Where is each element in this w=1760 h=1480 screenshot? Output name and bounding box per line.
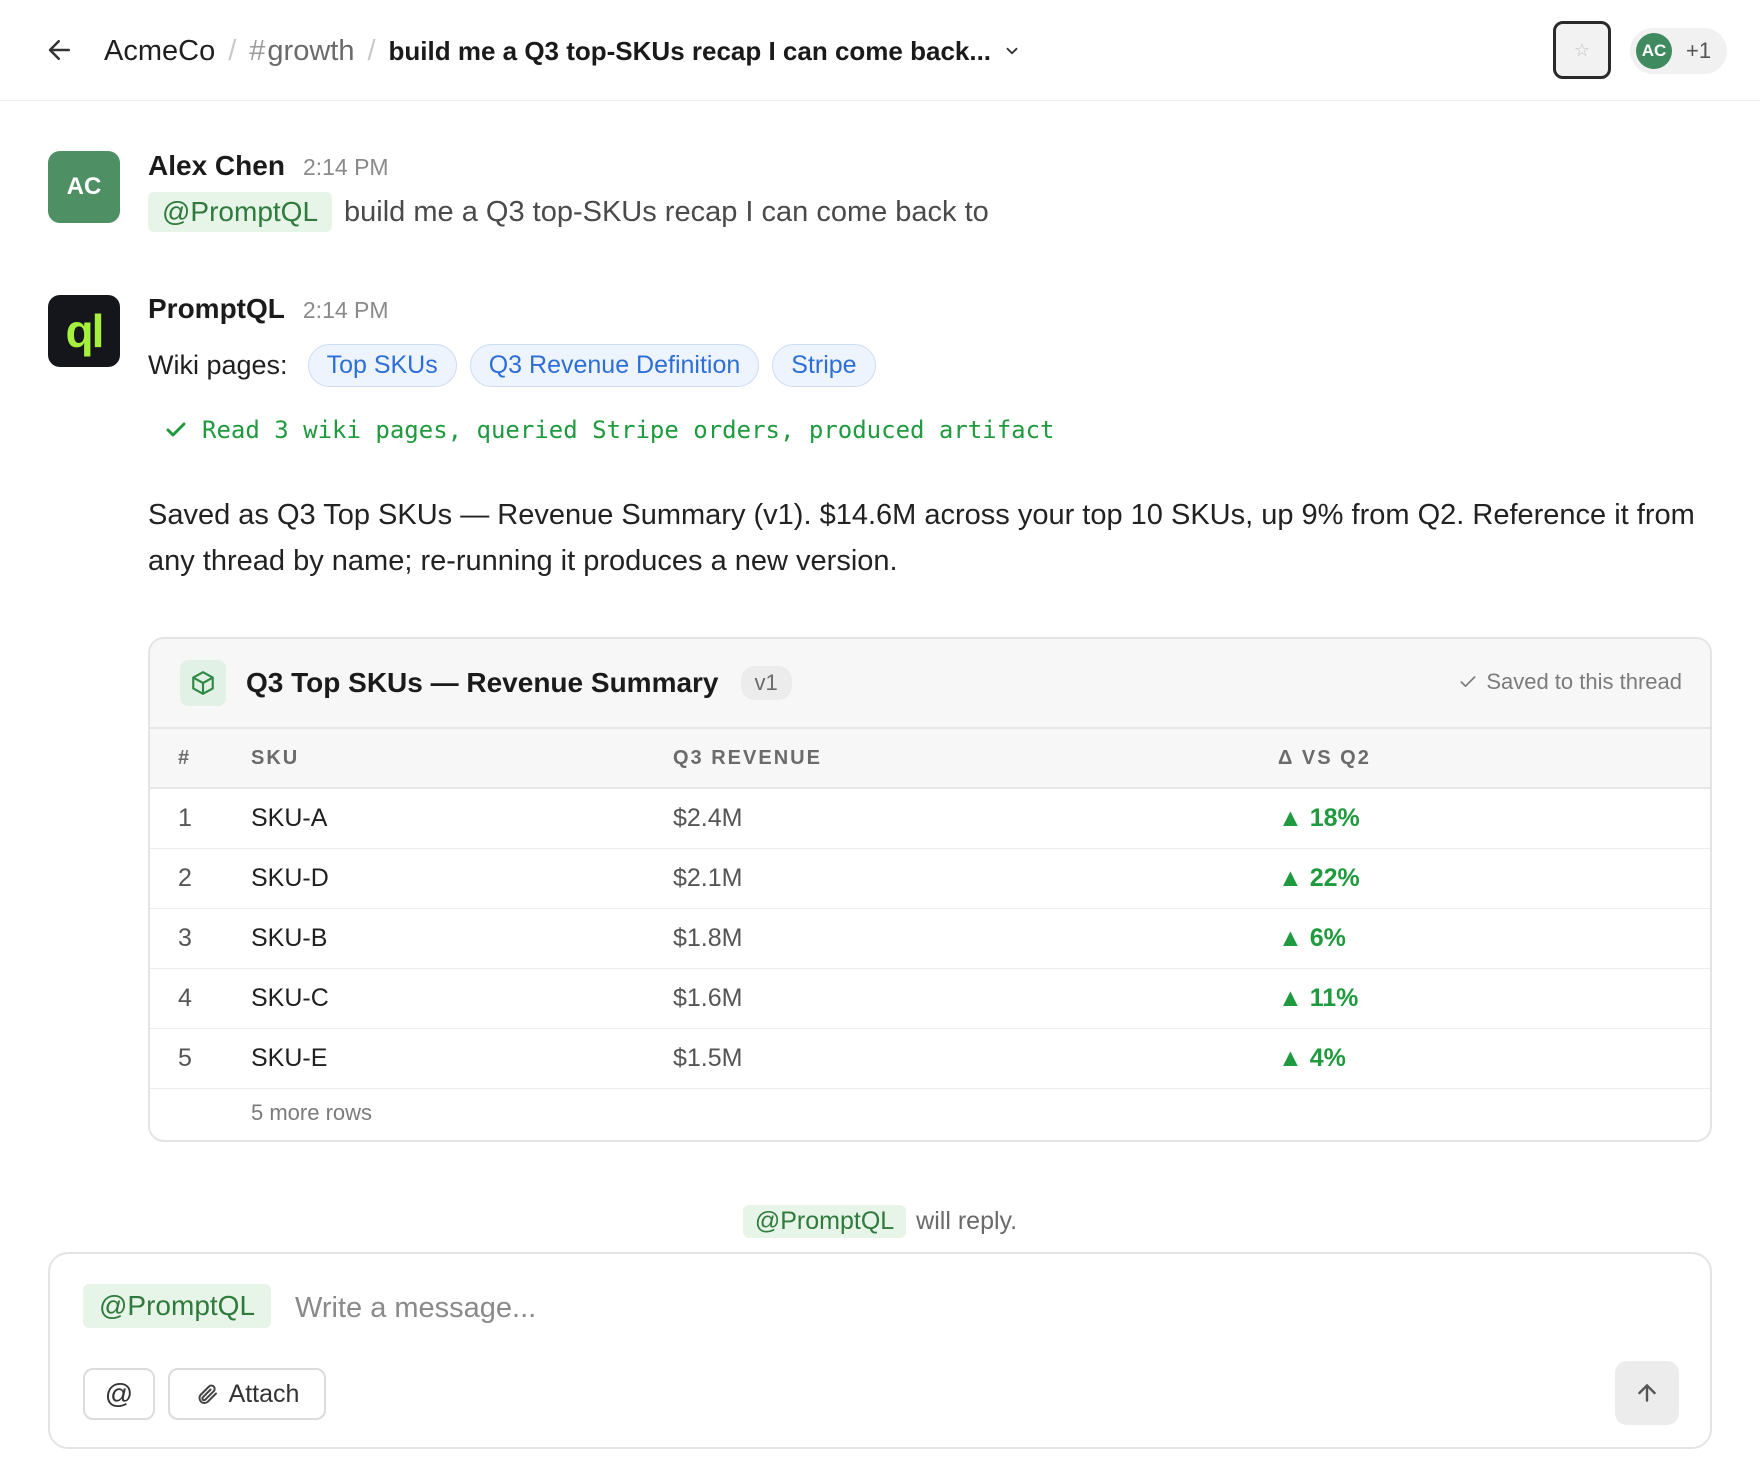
saved-label: Saved to this thread [1486,669,1682,694]
breadcrumb-separator: / [228,34,237,67]
star-button[interactable]: ☆ [1553,21,1611,79]
message-text: build me a Q3 top-SKUs recap I can come … [344,195,989,228]
artifact-title: Q3 Top SKUs — Revenue Summary [246,667,719,698]
column-header-delta: Δ VS Q2 [1278,746,1371,769]
attach-label: Attach [228,1379,300,1408]
row-rank: 2 [178,864,192,892]
row-sku: SKU-D [251,864,329,892]
breadcrumb-org[interactable]: AcmeCo [104,35,215,68]
table-header: # SKU Q3 REVENUE Δ VS Q2 [150,729,1710,789]
column-header-revenue: Q3 REVENUE [673,746,822,769]
row-delta: ▲ 22% [1278,864,1360,892]
column-header-rank: # [178,746,192,769]
chevron-down-icon[interactable] [1003,42,1021,60]
at-icon: @ [104,1378,134,1409]
wiki-pages-label: Wiki pages: [148,349,288,380]
reply-hint: @PromptQL will reply. [0,1205,1760,1238]
channel-hash: # [249,34,266,67]
wiki-chip-stripe[interactable]: Stripe [772,343,876,387]
avatar[interactable]: AC [48,151,120,223]
members-button[interactable]: AC +1 [1630,28,1727,74]
composer-mention-tag[interactable]: @PromptQL [83,1284,272,1328]
message-body: @PromptQL build me a Q3 top-SKUs recap I… [148,192,989,232]
message-header: Alex Chen 2:14 PM [148,150,389,182]
thread-header: AcmeCo / # growth / build me a Q3 top-SK… [0,0,1760,101]
artifact-header: Q3 Top SKUs — Revenue Summary v1 Saved t… [150,639,1710,729]
artifact-card[interactable]: Q3 Top SKUs — Revenue Summary v1 Saved t… [148,637,1712,1142]
row-sku: SKU-A [251,804,328,832]
row-sku: SKU-B [251,924,328,952]
message-time: 2:14 PM [302,297,389,323]
row-delta: ▲ 18% [1278,804,1360,832]
message-composer: @PromptQL @ Attach [48,1252,1712,1449]
message-header: PromptQL 2:14 PM [148,293,389,325]
table-row: 3 SKU-B $1.8M ▲ 6% [150,909,1710,969]
cube-icon [180,660,226,706]
wiki-chip-q3-revenue-definition[interactable]: Q3 Revenue Definition [469,343,760,387]
breadcrumb-separator: / [367,34,376,67]
table-row: 1 SKU-A $2.4M ▲ 18% [150,789,1710,849]
arrow-up-icon [1638,1384,1656,1402]
member-avatar: AC [1636,33,1672,69]
paperclip-icon [198,1384,217,1404]
row-sku: SKU-E [251,1044,328,1072]
check-icon [166,422,186,437]
star-icon: ☆ [1573,39,1591,60]
row-revenue: $1.8M [673,924,743,952]
saved-status: Saved to this thread [1458,669,1682,695]
mention-tag: @PromptQL [742,1205,907,1238]
attach-button[interactable]: Attach [168,1368,326,1420]
promptql-avatar[interactable]: ql [48,295,120,367]
arrow-left-icon [48,40,70,60]
message-time: 2:14 PM [302,154,389,180]
row-rank: 4 [178,984,192,1012]
thread-title[interactable]: build me a Q3 top-SKUs recap I can come … [389,36,992,67]
reply-hint-text: will reply. [916,1207,1018,1235]
mention-tag[interactable]: @PromptQL [148,192,333,232]
run-status[interactable]: Read 3 wiki pages, queried Stripe orders… [164,416,1055,444]
more-rows-link[interactable]: 5 more rows [251,1100,372,1126]
row-rank: 1 [178,804,192,832]
message-input[interactable] [295,1284,1395,1332]
member-count: +1 [1686,38,1712,63]
message-summary: Saved as Q3 Top SKUs — Revenue Summary (… [148,499,1695,577]
breadcrumb-channel[interactable]: growth [267,35,354,68]
table-row: 5 SKU-E $1.5M ▲ 4% [150,1029,1710,1089]
check-icon [1460,676,1476,687]
back-button[interactable] [42,32,78,68]
version-badge: v1 [740,666,792,700]
row-revenue: $1.6M [673,984,743,1012]
wiki-chip-top-skus[interactable]: Top SKUs [307,343,457,387]
author-name[interactable]: Alex Chen [148,150,285,182]
row-delta: ▲ 6% [1278,924,1346,952]
row-sku: SKU-C [251,984,329,1012]
table-row: 2 SKU-D $2.1M ▲ 22% [150,849,1710,909]
row-delta: ▲ 11% [1278,984,1359,1012]
column-header-sku: SKU [251,746,300,769]
table-row: 4 SKU-C $1.6M ▲ 11% [150,969,1710,1029]
breadcrumb: AcmeCo / # growth / build me a Q3 top-SK… [104,30,1021,72]
row-rank: 3 [178,924,192,952]
status-text: Read 3 wiki pages, queried Stripe orders… [202,416,1055,444]
row-revenue: $2.4M [673,804,743,832]
row-rank: 5 [178,1044,192,1072]
mention-button[interactable]: @ [83,1368,155,1420]
author-name[interactable]: PromptQL [148,293,285,325]
row-revenue: $2.1M [673,864,743,892]
row-delta: ▲ 4% [1278,1044,1346,1072]
row-revenue: $1.5M [673,1044,743,1072]
wiki-pages-row: Wiki pages: Top SKUs Q3 Revenue Definiti… [148,343,889,387]
send-button[interactable] [1615,1361,1679,1425]
